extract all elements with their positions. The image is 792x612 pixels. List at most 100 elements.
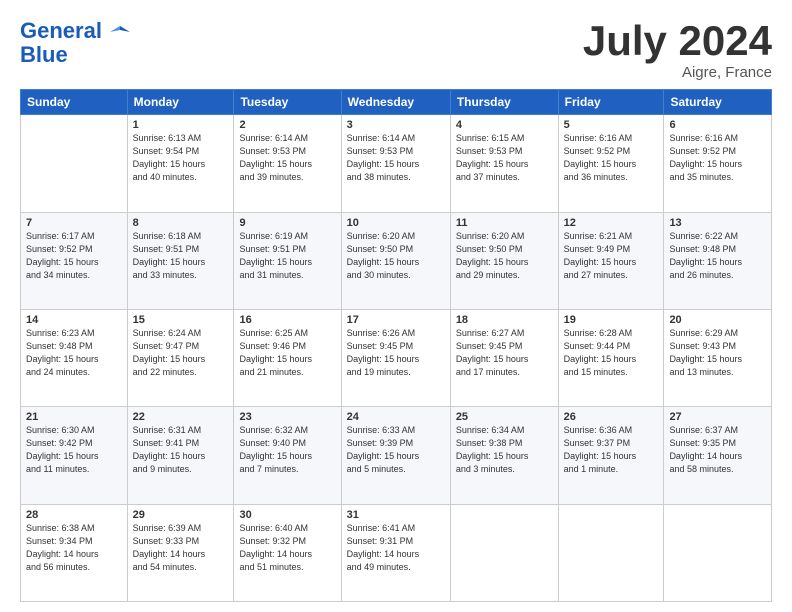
day-number: 29 — [133, 509, 229, 521]
day-number: 23 — [239, 411, 335, 423]
day-cell: 31Sunrise: 6:41 AM Sunset: 9:31 PM Dayli… — [341, 504, 450, 601]
day-number: 5 — [564, 119, 659, 131]
day-cell: 7Sunrise: 6:17 AM Sunset: 9:52 PM Daylig… — [21, 212, 128, 309]
day-number: 4 — [456, 119, 553, 131]
day-number: 13 — [669, 217, 766, 229]
day-cell: 26Sunrise: 6:36 AM Sunset: 9:37 PM Dayli… — [558, 407, 664, 504]
calendar-table: Sunday Monday Tuesday Wednesday Thursday… — [20, 89, 772, 602]
col-thursday: Thursday — [450, 90, 558, 115]
day-number: 1 — [133, 119, 229, 131]
day-cell: 20Sunrise: 6:29 AM Sunset: 9:43 PM Dayli… — [664, 309, 772, 406]
day-number: 20 — [669, 314, 766, 326]
logo-line: General — [20, 18, 130, 44]
day-number: 10 — [347, 217, 445, 229]
day-info: Sunrise: 6:40 AM Sunset: 9:32 PM Dayligh… — [239, 522, 335, 574]
day-cell — [664, 504, 772, 601]
day-info: Sunrise: 6:34 AM Sunset: 9:38 PM Dayligh… — [456, 424, 553, 476]
day-cell — [21, 115, 128, 212]
day-number: 18 — [456, 314, 553, 326]
day-info: Sunrise: 6:23 AM Sunset: 9:48 PM Dayligh… — [26, 327, 122, 379]
day-info: Sunrise: 6:27 AM Sunset: 9:45 PM Dayligh… — [456, 327, 553, 379]
col-sunday: Sunday — [21, 90, 128, 115]
day-cell: 28Sunrise: 6:38 AM Sunset: 9:34 PM Dayli… — [21, 504, 128, 601]
day-number: 9 — [239, 217, 335, 229]
day-info: Sunrise: 6:19 AM Sunset: 9:51 PM Dayligh… — [239, 230, 335, 282]
day-number: 17 — [347, 314, 445, 326]
day-number: 21 — [26, 411, 122, 423]
calendar-header: Sunday Monday Tuesday Wednesday Thursday… — [21, 90, 772, 115]
day-cell — [450, 504, 558, 601]
calendar-body: 1Sunrise: 6:13 AM Sunset: 9:54 PM Daylig… — [21, 115, 772, 602]
day-cell: 2Sunrise: 6:14 AM Sunset: 9:53 PM Daylig… — [234, 115, 341, 212]
day-info: Sunrise: 6:20 AM Sunset: 9:50 PM Dayligh… — [456, 230, 553, 282]
day-info: Sunrise: 6:39 AM Sunset: 9:33 PM Dayligh… — [133, 522, 229, 574]
day-number: 25 — [456, 411, 553, 423]
day-number: 12 — [564, 217, 659, 229]
day-cell: 14Sunrise: 6:23 AM Sunset: 9:48 PM Dayli… — [21, 309, 128, 406]
day-number: 31 — [347, 509, 445, 521]
day-info: Sunrise: 6:26 AM Sunset: 9:45 PM Dayligh… — [347, 327, 445, 379]
day-info: Sunrise: 6:29 AM Sunset: 9:43 PM Dayligh… — [669, 327, 766, 379]
day-info: Sunrise: 6:16 AM Sunset: 9:52 PM Dayligh… — [564, 132, 659, 184]
day-info: Sunrise: 6:22 AM Sunset: 9:48 PM Dayligh… — [669, 230, 766, 282]
day-cell: 13Sunrise: 6:22 AM Sunset: 9:48 PM Dayli… — [664, 212, 772, 309]
day-cell: 17Sunrise: 6:26 AM Sunset: 9:45 PM Dayli… — [341, 309, 450, 406]
day-info: Sunrise: 6:14 AM Sunset: 9:53 PM Dayligh… — [239, 132, 335, 184]
day-info: Sunrise: 6:41 AM Sunset: 9:31 PM Dayligh… — [347, 522, 445, 574]
day-cell: 27Sunrise: 6:37 AM Sunset: 9:35 PM Dayli… — [664, 407, 772, 504]
day-info: Sunrise: 6:37 AM Sunset: 9:35 PM Dayligh… — [669, 424, 766, 476]
day-cell: 30Sunrise: 6:40 AM Sunset: 9:32 PM Dayli… — [234, 504, 341, 601]
day-cell: 5Sunrise: 6:16 AM Sunset: 9:52 PM Daylig… — [558, 115, 664, 212]
day-info: Sunrise: 6:14 AM Sunset: 9:53 PM Dayligh… — [347, 132, 445, 184]
day-info: Sunrise: 6:17 AM Sunset: 9:52 PM Dayligh… — [26, 230, 122, 282]
day-number: 11 — [456, 217, 553, 229]
day-cell: 16Sunrise: 6:25 AM Sunset: 9:46 PM Dayli… — [234, 309, 341, 406]
day-number: 26 — [564, 411, 659, 423]
day-info: Sunrise: 6:15 AM Sunset: 9:53 PM Dayligh… — [456, 132, 553, 184]
day-cell: 6Sunrise: 6:16 AM Sunset: 9:52 PM Daylig… — [664, 115, 772, 212]
logo-text: General — [20, 18, 130, 44]
day-info: Sunrise: 6:32 AM Sunset: 9:40 PM Dayligh… — [239, 424, 335, 476]
header-row: Sunday Monday Tuesday Wednesday Thursday… — [21, 90, 772, 115]
day-info: Sunrise: 6:36 AM Sunset: 9:37 PM Dayligh… — [564, 424, 659, 476]
day-cell: 29Sunrise: 6:39 AM Sunset: 9:33 PM Dayli… — [127, 504, 234, 601]
day-number: 28 — [26, 509, 122, 521]
logo-bird-icon — [110, 24, 130, 40]
day-number: 14 — [26, 314, 122, 326]
page: General Blue July 2024 Aigre, France Sun… — [0, 0, 792, 612]
day-cell: 21Sunrise: 6:30 AM Sunset: 9:42 PM Dayli… — [21, 407, 128, 504]
day-info: Sunrise: 6:21 AM Sunset: 9:49 PM Dayligh… — [564, 230, 659, 282]
day-number: 3 — [347, 119, 445, 131]
header: General Blue July 2024 Aigre, France — [20, 18, 772, 81]
logo-blue-text: Blue — [20, 44, 68, 66]
week-row-4: 21Sunrise: 6:30 AM Sunset: 9:42 PM Dayli… — [21, 407, 772, 504]
col-friday: Friday — [558, 90, 664, 115]
day-info: Sunrise: 6:16 AM Sunset: 9:52 PM Dayligh… — [669, 132, 766, 184]
col-wednesday: Wednesday — [341, 90, 450, 115]
day-cell: 19Sunrise: 6:28 AM Sunset: 9:44 PM Dayli… — [558, 309, 664, 406]
day-info: Sunrise: 6:20 AM Sunset: 9:50 PM Dayligh… — [347, 230, 445, 282]
day-number: 2 — [239, 119, 335, 131]
week-row-5: 28Sunrise: 6:38 AM Sunset: 9:34 PM Dayli… — [21, 504, 772, 601]
location: Aigre, France — [583, 64, 772, 81]
day-cell: 1Sunrise: 6:13 AM Sunset: 9:54 PM Daylig… — [127, 115, 234, 212]
day-number: 16 — [239, 314, 335, 326]
col-saturday: Saturday — [664, 90, 772, 115]
day-number: 7 — [26, 217, 122, 229]
title-block: July 2024 Aigre, France — [583, 18, 772, 81]
logo: General Blue — [20, 18, 130, 66]
day-info: Sunrise: 6:30 AM Sunset: 9:42 PM Dayligh… — [26, 424, 122, 476]
day-info: Sunrise: 6:25 AM Sunset: 9:46 PM Dayligh… — [239, 327, 335, 379]
col-tuesday: Tuesday — [234, 90, 341, 115]
day-cell: 18Sunrise: 6:27 AM Sunset: 9:45 PM Dayli… — [450, 309, 558, 406]
day-info: Sunrise: 6:38 AM Sunset: 9:34 PM Dayligh… — [26, 522, 122, 574]
day-cell: 4Sunrise: 6:15 AM Sunset: 9:53 PM Daylig… — [450, 115, 558, 212]
col-monday: Monday — [127, 90, 234, 115]
logo-general: General — [20, 18, 102, 43]
day-cell: 22Sunrise: 6:31 AM Sunset: 9:41 PM Dayli… — [127, 407, 234, 504]
day-cell: 24Sunrise: 6:33 AM Sunset: 9:39 PM Dayli… — [341, 407, 450, 504]
day-cell: 11Sunrise: 6:20 AM Sunset: 9:50 PM Dayli… — [450, 212, 558, 309]
day-info: Sunrise: 6:18 AM Sunset: 9:51 PM Dayligh… — [133, 230, 229, 282]
day-cell: 9Sunrise: 6:19 AM Sunset: 9:51 PM Daylig… — [234, 212, 341, 309]
day-number: 15 — [133, 314, 229, 326]
